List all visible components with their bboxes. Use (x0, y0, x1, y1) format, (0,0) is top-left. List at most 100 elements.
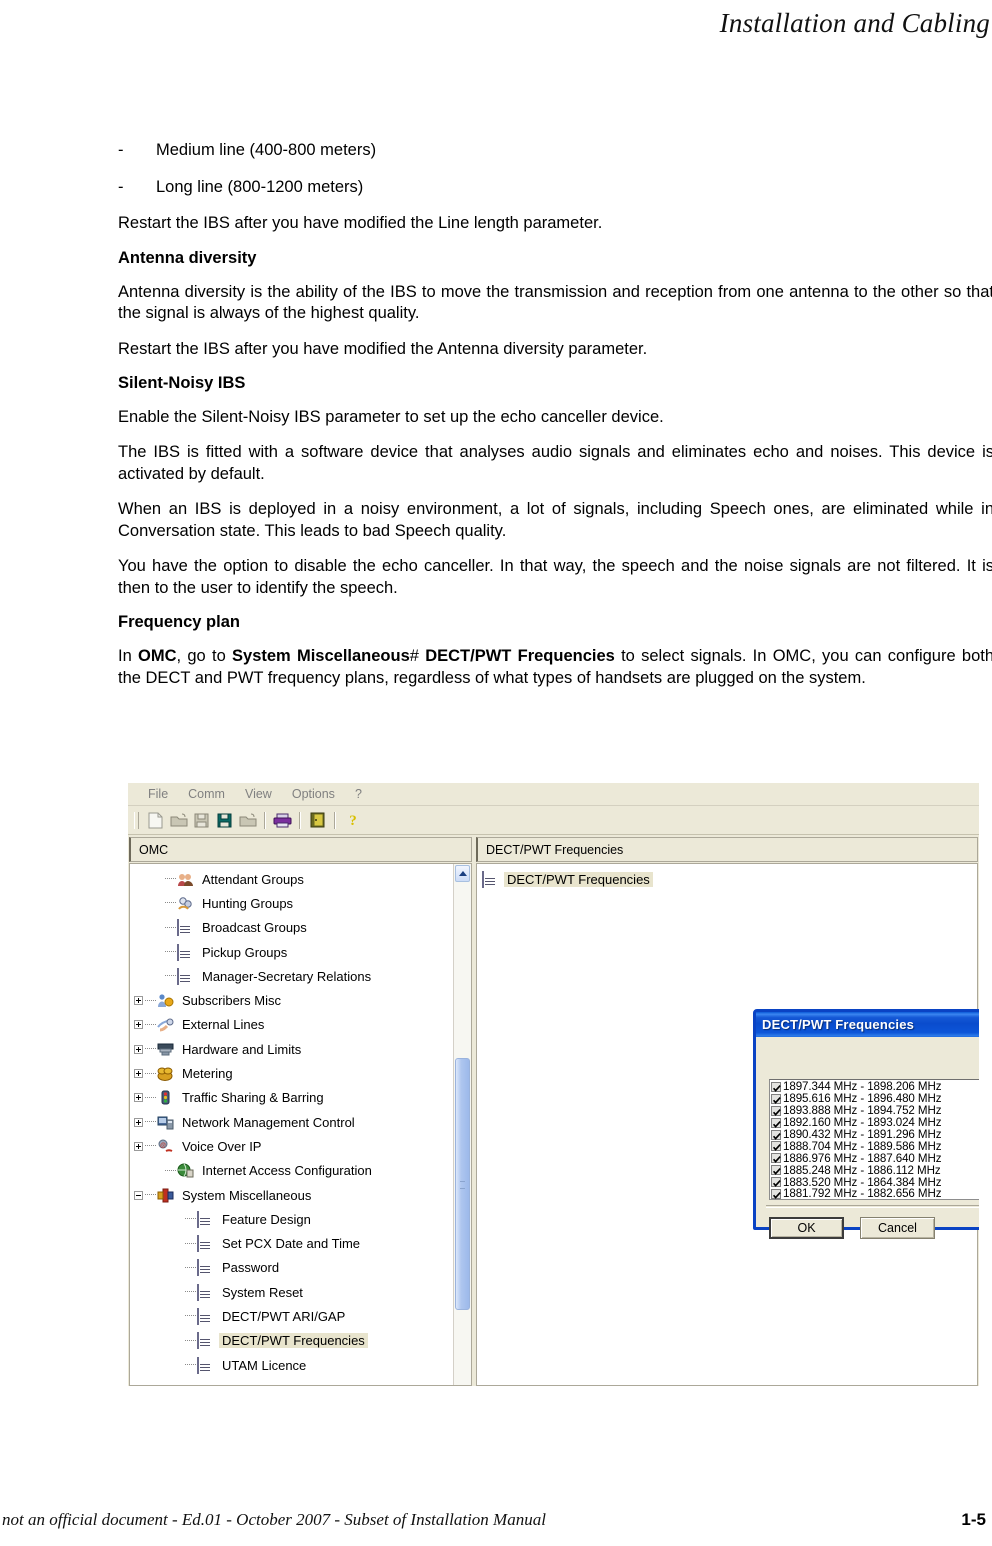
paragraph-disable-echo-canceller: You have the option to disable the echo … (118, 557, 992, 597)
scrollbar-track[interactable] (454, 883, 471, 1385)
frequency-list-item[interactable]: 1885.248 MHz - 1886.112 MHz (770, 1164, 979, 1177)
frequency-list-item[interactable]: 1886.976 MHz - 1887.640 MHz (770, 1152, 979, 1165)
save-active-icon[interactable] (213, 809, 236, 831)
tree-item-subscribers-misc[interactable]: Subscribers Misc (130, 988, 453, 1012)
paragraph-frequency-plan: In OMC, go to System Miscellaneous# DECT… (118, 646, 992, 689)
ok-button[interactable]: OK (769, 1217, 844, 1239)
checkbox-checked-icon[interactable] (771, 1081, 781, 1092)
checkbox-checked-icon[interactable] (771, 1105, 781, 1116)
tree-item-label: Traffic Sharing & Barring (182, 1090, 324, 1106)
new-document-icon[interactable] (144, 809, 167, 831)
document-body: - Medium line (400-800 meters) - Long li… (118, 140, 992, 703)
tree-item-label: UTAM Licence (222, 1357, 307, 1373)
menu-item-view[interactable]: View (235, 786, 282, 802)
checkbox-checked-icon[interactable] (771, 1177, 781, 1188)
subscribers-misc-icon (157, 993, 174, 1008)
checkbox-checked-icon[interactable] (771, 1165, 781, 1176)
tree-item-label: Subscribers Misc (182, 993, 281, 1009)
open-folder-2-icon[interactable] (236, 809, 259, 831)
toolbar-separator-2 (299, 811, 301, 829)
tree-item-feature-design[interactable]: Feature Design (130, 1207, 453, 1231)
save-icon[interactable] (190, 809, 213, 831)
tree-item-network-management-control[interactable]: Network Management Control (130, 1110, 453, 1134)
tree-item-label: Metering (182, 1066, 233, 1082)
tree-item-dect-pwt-ari-gap[interactable]: DECT/PWT ARI/GAP (130, 1304, 453, 1328)
toolbar-separator-1 (264, 811, 266, 829)
tree-item-system-miscellaneous[interactable]: System Miscellaneous (130, 1183, 453, 1207)
tree-item-hunting-groups[interactable]: Hunting Groups (130, 891, 453, 915)
expand-plus-icon[interactable] (134, 1141, 143, 1151)
frequency-list-item[interactable]: 1892.160 MHz - 1893.024 MHz (770, 1116, 979, 1129)
tree-item-pickup-groups[interactable]: Pickup Groups (130, 940, 453, 964)
checkbox-checked-icon[interactable] (771, 1188, 781, 1199)
dialog-title-bar[interactable]: DECT/PWT Frequencies ✕ (756, 1012, 979, 1037)
tree-item-utam-licence[interactable]: UTAM Licence (130, 1353, 453, 1377)
menu-item-help[interactable]: ? (345, 786, 372, 802)
tree-item-voice-over-ip[interactable]: @ Voice Over IP (130, 1134, 453, 1158)
tree-item-attendant-groups[interactable]: Attendant Groups (130, 867, 453, 891)
navigation-tree[interactable]: Attendant Groups Hunting Groups Broadcast … (130, 864, 453, 1385)
fp-text-1: In (118, 647, 139, 666)
tree-item-broadcast-groups[interactable]: Broadcast Groups (130, 916, 453, 940)
tree-item-internet-access-configuration[interactable]: Internet Access Configuration (130, 1159, 453, 1183)
footer-note: not an official document - Ed.01 - Octob… (2, 1510, 546, 1529)
expand-plus-icon[interactable] (134, 996, 143, 1006)
tree-item-set-pcx-date-and-time[interactable]: Set PCX Date and Time (130, 1231, 453, 1255)
checkbox-checked-icon[interactable] (771, 1093, 781, 1104)
tree-item-metering[interactable]: Metering (130, 1061, 453, 1085)
scroll-up-button[interactable] (455, 865, 470, 882)
scrollbar-thumb[interactable] (455, 1058, 470, 1310)
collapse-minus-icon[interactable] (134, 1190, 143, 1200)
frequency-checkbox-list[interactable]: 1897.344 MHz - 1898.206 MHz 1895.616 MHz … (769, 1079, 979, 1200)
form-icon (197, 1307, 214, 1325)
expand-plus-icon[interactable] (134, 1020, 143, 1030)
tree-item-system-reset[interactable]: System Reset (130, 1280, 453, 1304)
list-item[interactable]: DECT/PWT Frequencies (482, 869, 653, 889)
tree-item-hardware-and-limits[interactable]: Hardware and Limits (130, 1037, 453, 1061)
toolbar-grip[interactable] (134, 811, 139, 829)
tree-item-external-lines[interactable]: External Lines (130, 1013, 453, 1037)
form-icon (197, 1235, 214, 1253)
toolbar: ? (128, 806, 979, 835)
frequency-list-item[interactable]: 1897.344 MHz - 1898.206 MHz (770, 1080, 979, 1093)
expand-plus-icon[interactable] (134, 1044, 143, 1054)
tree-connector (145, 1194, 156, 1196)
tree-item-label: Set PCX Date and Time (222, 1236, 361, 1252)
chevron-up-icon (458, 871, 467, 876)
expand-plus-icon[interactable] (134, 1093, 143, 1103)
cancel-button[interactable]: Cancel (860, 1217, 935, 1239)
frequency-list-item[interactable]: 1881.792 MHz - 1882.656 MHz (770, 1187, 979, 1199)
checkbox-checked-icon[interactable] (771, 1141, 781, 1152)
exit-door-icon[interactable] (306, 809, 329, 831)
tree-item-traffic-sharing-barring[interactable]: Traffic Sharing & Barring (130, 1086, 453, 1110)
frequency-list-item[interactable]: 1890.432 MHz - 1891.296 MHz (770, 1128, 979, 1141)
tree-item-label: Attendant Groups (202, 871, 304, 887)
help-icon[interactable]: ? (341, 809, 364, 831)
hunting-groups-icon (177, 896, 194, 911)
menu-item-file[interactable]: File (138, 786, 178, 802)
tree-vertical-scrollbar[interactable] (453, 864, 471, 1385)
menu-item-options[interactable]: Options (282, 786, 345, 802)
frequency-list-item[interactable]: 1888.704 MHz - 1889.586 MHz (770, 1140, 979, 1153)
frequency-list-item[interactable]: 1893.888 MHz - 1894.752 MHz (770, 1104, 979, 1117)
expand-plus-icon[interactable] (134, 1069, 143, 1079)
open-folder-icon[interactable] (167, 809, 190, 831)
print-icon[interactable] (271, 809, 294, 831)
system-misc-icon (157, 1188, 174, 1203)
tree-item-manager-secretary-relations[interactable]: Manager-Secretary Relations (130, 964, 453, 988)
frequency-list-item[interactable]: 1883.520 MHz - 1864.384 MHz (770, 1176, 979, 1189)
bullet-text: Medium line (400-800 meters) (156, 141, 377, 159)
checkbox-checked-icon[interactable] (771, 1153, 781, 1164)
form-icon (177, 967, 194, 985)
heading-frequency-plan: Frequency plan (118, 613, 240, 632)
right-panel-list[interactable]: DECT/PWT Frequencies (477, 864, 653, 1385)
tree-connector (165, 902, 176, 904)
expand-plus-icon[interactable] (134, 1117, 143, 1127)
checkbox-checked-icon[interactable] (771, 1129, 781, 1140)
menu-item-comm[interactable]: Comm (178, 786, 235, 802)
frequency-list-item[interactable]: 1895.616 MHz - 1896.480 MHz (770, 1092, 979, 1105)
tree-item-password[interactable]: Password (130, 1256, 453, 1280)
tree-connector (185, 1242, 196, 1245)
checkbox-checked-icon[interactable] (771, 1117, 781, 1128)
tree-item-dect-pwt-frequencies[interactable]: DECT/PWT Frequencies (130, 1329, 453, 1353)
